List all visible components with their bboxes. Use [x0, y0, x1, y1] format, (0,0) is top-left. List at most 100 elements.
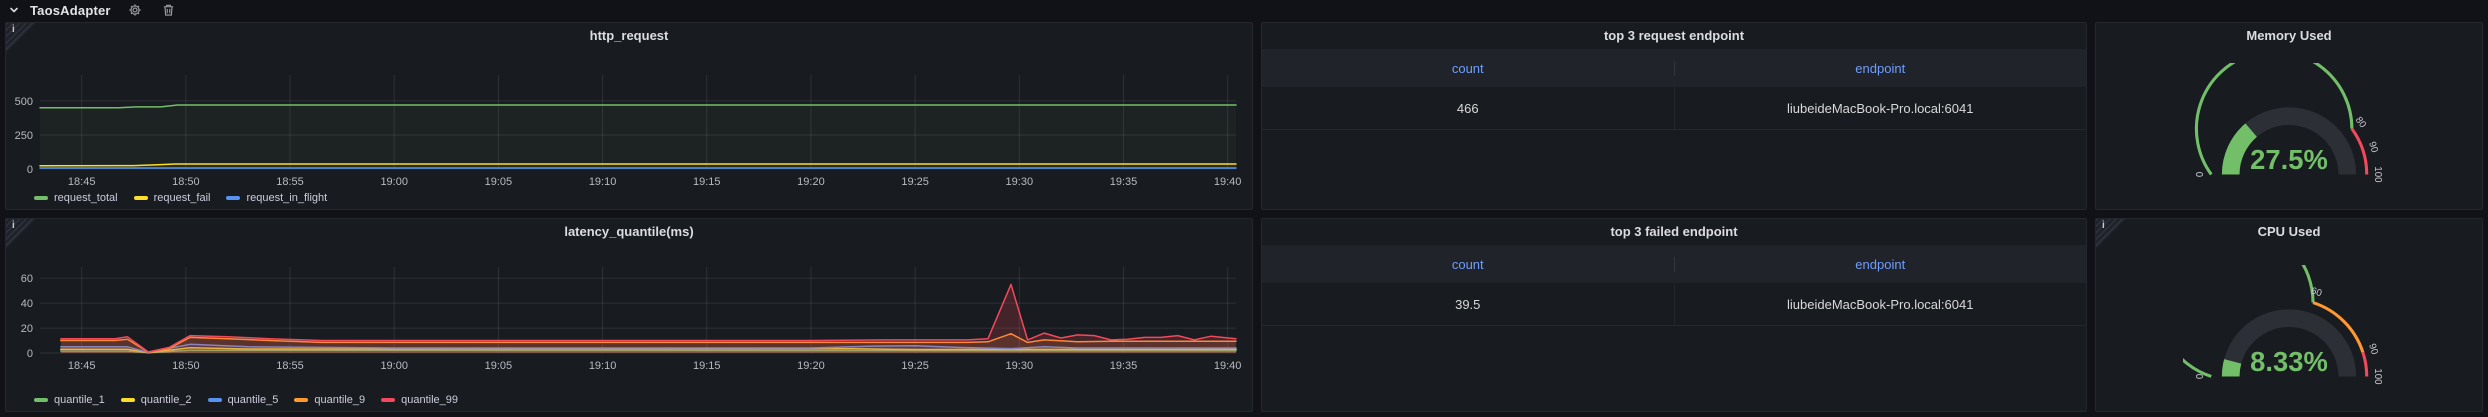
gauge-memory_gauge: 0 80 90 100 27.5% — [2183, 63, 2395, 192]
row-collapse-chevron-icon[interactable] — [8, 4, 20, 16]
gauge-cpu_gauge: 060901008.33% — [2183, 265, 2395, 394]
table-cell-count: 466 — [1262, 87, 1675, 129]
gauge-value: 27.5% — [2250, 144, 2328, 175]
legend-label: request_total — [54, 192, 118, 204]
x-tick-label: 18:50 — [172, 176, 200, 188]
dashboard-row-header: TaosAdapter — [8, 0, 177, 20]
table-header-row: countendpoint — [1262, 245, 2086, 283]
panel-top-failed-endpoint: top 3 failed endpoint countendpoint39.5l… — [1261, 218, 2087, 412]
x-tick-label: 19:15 — [693, 360, 721, 372]
legend-item-quantile_5[interactable]: quantile_5 — [208, 394, 279, 406]
row-settings-gear-icon[interactable] — [127, 2, 143, 18]
gauge-tick-label: 90 — [2366, 140, 2380, 154]
chart-http_request[interactable]: 18:45 18:50 18:55 19:00 19:05 19:10 19:15 19:20… — [6, 23, 1252, 209]
x-tick-label: 18:45 — [68, 176, 96, 188]
column-header-endpoint[interactable]: endpoint — [1675, 257, 2087, 272]
y-tick-label: 250 — [15, 130, 33, 142]
panel-cpu-used: i CPU Used 060901008.33% — [2095, 218, 2483, 412]
panel-top-request-endpoint: top 3 request endpoint countendpoint466l… — [1261, 22, 2087, 210]
column-header-endpoint[interactable]: endpoint — [1675, 61, 2087, 76]
x-tick-label: 19:00 — [380, 176, 408, 188]
column-header-count[interactable]: count — [1262, 257, 1675, 272]
legend-swatch — [121, 398, 135, 402]
x-tick-label: 19:10 — [589, 176, 617, 188]
legend-item-quantile_1[interactable]: quantile_1 — [34, 394, 105, 406]
failed-endpoint-table: countendpoint39.5liubeideMacBook-Pro.loc… — [1262, 245, 2086, 326]
x-tick-label: 19:40 — [1214, 360, 1242, 372]
table-cell-endpoint: liubeideMacBook-Pro.local:6041 — [1675, 101, 2087, 116]
x-tick-label: 19:35 — [1110, 176, 1138, 188]
legend-label: quantile_9 — [314, 394, 365, 406]
table-row[interactable]: 466liubeideMacBook-Pro.local:6041 — [1262, 87, 2086, 130]
gauge-tick-label: 0 — [2195, 373, 2206, 379]
request-endpoint-table: countendpoint466liubeideMacBook-Pro.loca… — [1262, 49, 2086, 130]
x-tick-label: 19:20 — [797, 360, 825, 372]
legend-item-request_in_flight[interactable]: request_in_flight — [226, 192, 327, 204]
legend-swatch — [208, 398, 222, 402]
x-tick-label: 19:30 — [1006, 176, 1034, 188]
row-delete-trash-icon[interactable] — [161, 2, 177, 18]
legend-item-quantile_2[interactable]: quantile_2 — [121, 394, 192, 406]
gridlines: 18:4518:5018:5519:0019:0519:1019:1519:20… — [21, 267, 1242, 372]
y-tick-label: 20 — [21, 323, 33, 335]
gauge-tick-label: 80 — [2353, 115, 2369, 131]
x-tick-label: 19:40 — [1214, 176, 1242, 188]
x-tick-label: 19:15 — [693, 176, 721, 188]
legend-label: request_fail — [154, 192, 211, 204]
x-tick-label: 19:20 — [797, 176, 825, 188]
panel-memory-used: Memory Used 0 80 90 100 27.5% — [2095, 22, 2483, 210]
legend-item-quantile_9[interactable]: quantile_9 — [294, 394, 365, 406]
table-cell-count: 39.5 — [1262, 283, 1675, 325]
x-tick-label: 19:30 — [1006, 360, 1034, 372]
x-tick-label: 18:55 — [276, 176, 304, 188]
legend-label: quantile_1 — [54, 394, 105, 406]
panel-info-corner[interactable]: i — [2096, 219, 2126, 249]
row-title[interactable]: TaosAdapter — [30, 3, 111, 18]
x-tick-label: 19:25 — [901, 176, 929, 188]
panel-latency-quantile: i latency_quantile(ms) quantile_1quantil… — [5, 218, 1253, 412]
legend-item-quantile_99[interactable]: quantile_99 — [381, 394, 458, 406]
gauge-tick-label: 0 — [2195, 171, 2206, 177]
legend-swatch — [381, 398, 395, 402]
info-icon: i — [12, 24, 15, 35]
x-tick-label: 19:05 — [485, 176, 513, 188]
y-tick-label: 60 — [21, 273, 33, 285]
legend-swatch — [34, 398, 48, 402]
y-tick-label: 500 — [15, 96, 33, 108]
chart-legend: request_total request_fail request_in_flig… — [34, 192, 327, 204]
panel-title: top 3 failed endpoint — [1262, 224, 2086, 239]
legend-item-request_total[interactable]: request_total — [34, 192, 118, 204]
legend-swatch — [226, 196, 240, 200]
legend-swatch — [34, 196, 48, 200]
x-tick-label: 19:05 — [485, 360, 513, 372]
series-fill-quantile_99 — [61, 284, 1236, 353]
column-header-count[interactable]: count — [1262, 61, 1675, 76]
legend-swatch — [134, 196, 148, 200]
x-tick-label: 18:55 — [276, 360, 304, 372]
legend-label: quantile_2 — [141, 394, 192, 406]
info-icon: i — [12, 220, 15, 231]
legend-label: quantile_99 — [401, 394, 458, 406]
x-tick-label: 19:35 — [1110, 360, 1138, 372]
dashboard: TaosAdapter i http_request request_tota — [0, 0, 2488, 417]
gauge-value-arc — [2231, 361, 2233, 376]
info-icon: i — [2102, 220, 2105, 231]
legend-item-request_fail[interactable]: request_fail — [134, 192, 211, 204]
gauge-tick-label: 100 — [2372, 368, 2383, 385]
panel-title: top 3 request endpoint — [1262, 28, 2086, 43]
chart-latency[interactable]: 18:4518:5018:5519:0019:0519:1019:1519:20… — [6, 219, 1252, 411]
table-row[interactable]: 39.5liubeideMacBook-Pro.local:6041 — [1262, 283, 2086, 326]
gauge-tick-label: 100 — [2372, 166, 2383, 183]
x-tick-label: 18:50 — [172, 360, 200, 372]
panel-title: Memory Used — [2096, 28, 2482, 43]
x-tick-label: 19:10 — [589, 360, 617, 372]
y-tick-label: 0 — [27, 348, 33, 360]
table-header-row: countendpoint — [1262, 49, 2086, 87]
panel-title: CPU Used — [2096, 224, 2482, 239]
gauge-value: 8.33% — [2250, 346, 2328, 377]
gauge-value-arc — [2231, 130, 2251, 174]
legend-swatch — [294, 398, 308, 402]
series-fill-request_total — [40, 105, 1236, 169]
legend-label: request_in_flight — [246, 192, 327, 204]
chart-legend: quantile_1 quantile_2 quantile_5 quantile_9… — [34, 394, 458, 406]
